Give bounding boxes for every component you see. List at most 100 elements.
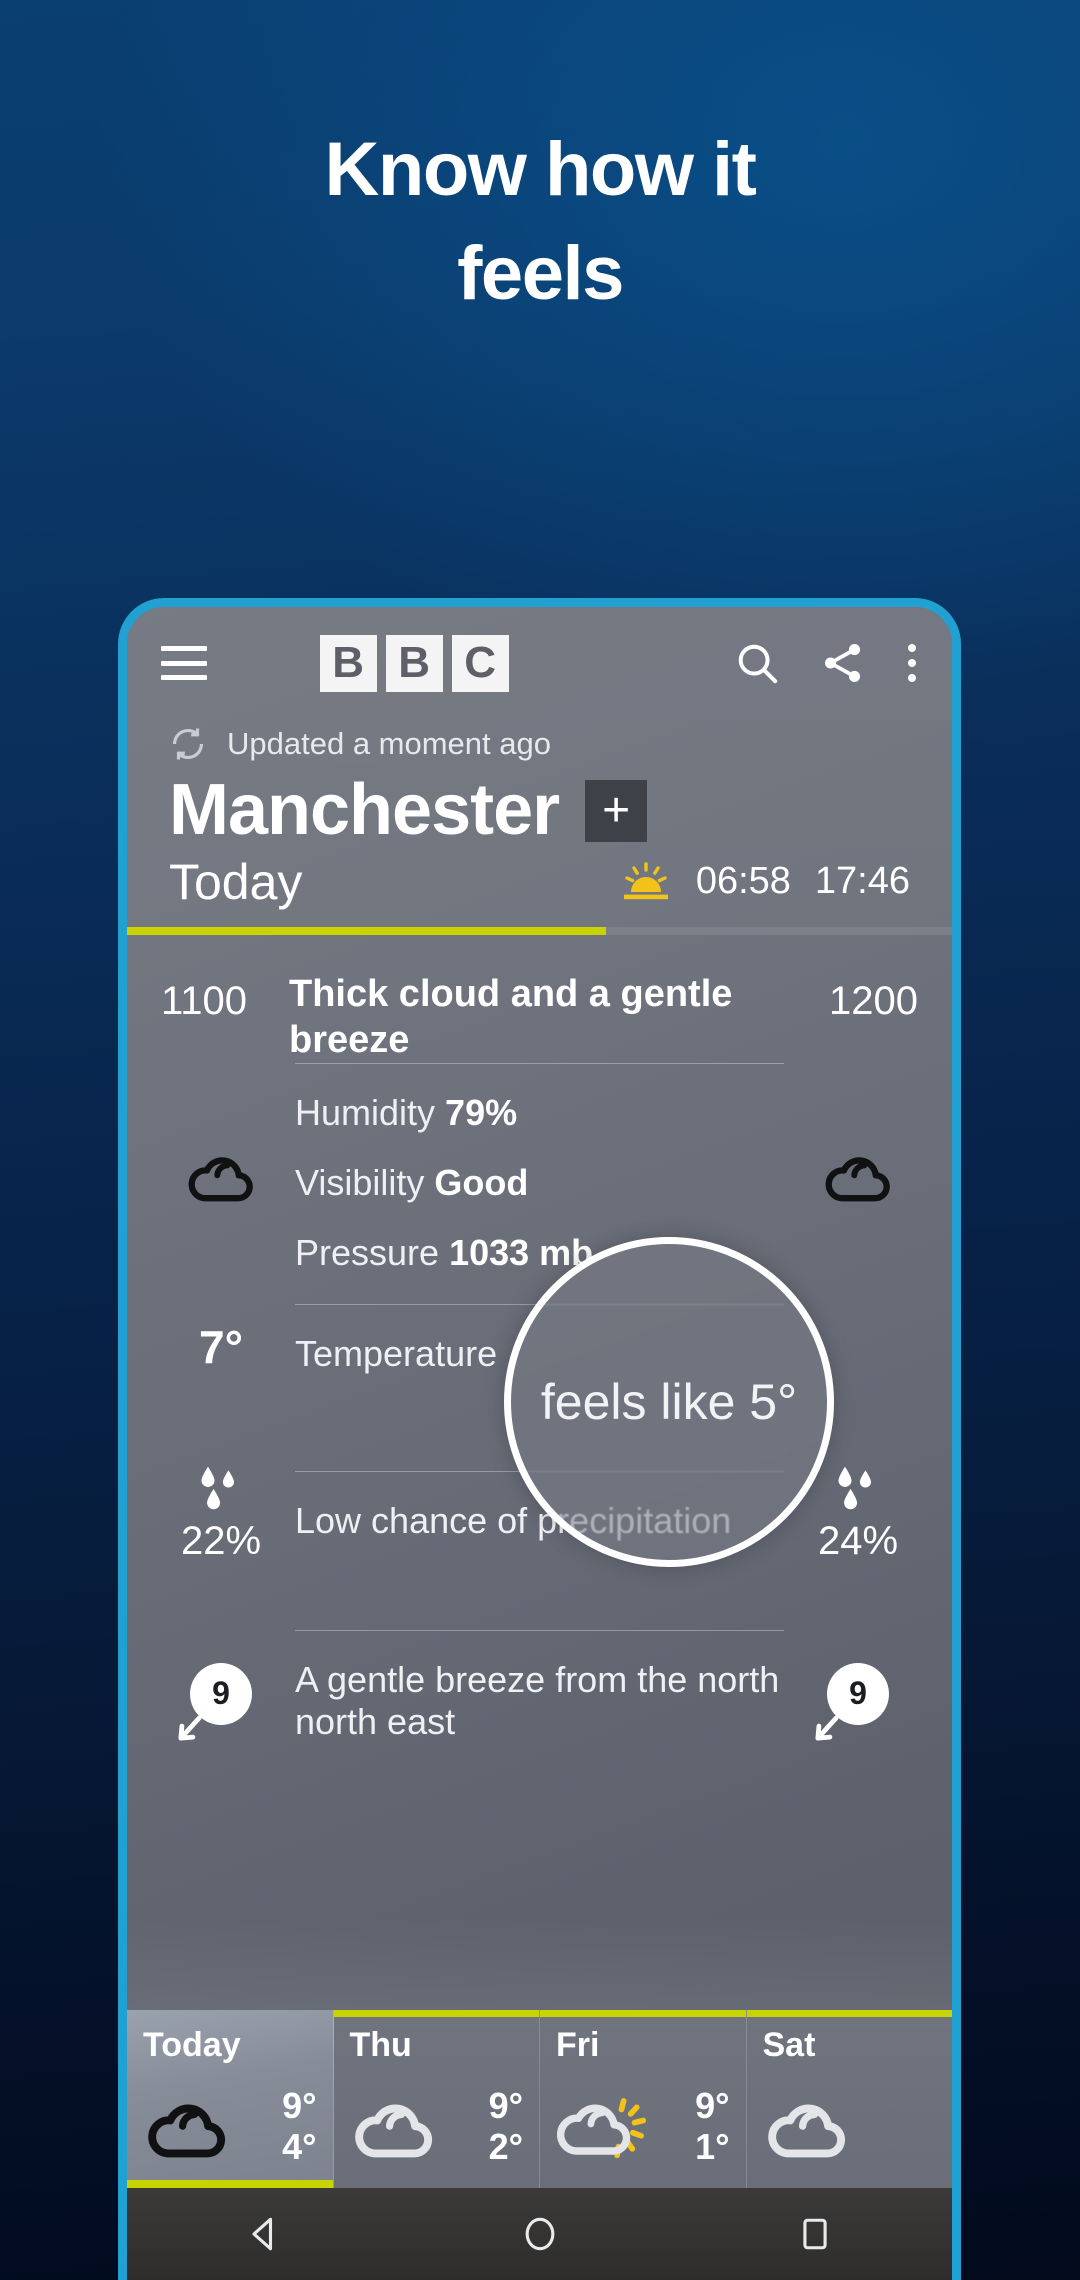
cloud-icon (148, 2104, 226, 2157)
day-accent-bar (333, 2010, 539, 2017)
cloud-icon (825, 1157, 890, 1202)
sun-cloud-icon (556, 2097, 647, 2158)
precipitation-percent-right: 24% (817, 1519, 899, 1564)
day-content: 9° 2° (350, 2065, 523, 2188)
detail-humidity: Humidity 79% (295, 1078, 784, 1148)
detail-label: Pressure (295, 1232, 440, 1274)
detail-label: Temperature (295, 1333, 498, 1375)
day-high: 9° (488, 2085, 523, 2127)
day-card-fri[interactable]: Fri 9° 1° (540, 2010, 747, 2188)
sunrise-time: 06:58 (695, 860, 791, 903)
app-screen: B B C Updated a moment ago Manchester + … (127, 607, 952, 2280)
more-vertical-icon[interactable] (906, 644, 918, 682)
day-progress-bar (127, 926, 952, 935)
refresh-icon[interactable] (169, 725, 207, 763)
back-triangle-icon[interactable] (243, 2212, 287, 2256)
detail-label: Humidity (295, 1092, 436, 1134)
day-low: 2° (488, 2125, 523, 2167)
detail-visibility: Visibility Good (295, 1148, 784, 1218)
day-name: Fri (556, 2026, 600, 2064)
day-name: Today (143, 2026, 241, 2064)
day-content: 9° 4° (143, 2065, 317, 2188)
day-low: 4° (282, 2125, 317, 2167)
cloud-icon (767, 2104, 845, 2157)
wind-text: A gentle breeze from the north north eas… (295, 1659, 780, 1743)
divider (295, 1630, 784, 1632)
home-circle-icon[interactable] (518, 2212, 562, 2256)
condition-icon-left (161, 1149, 281, 1203)
day-content (763, 2065, 937, 2188)
updated-status-row[interactable]: Updated a moment ago (127, 719, 952, 763)
hamburger-menu-icon[interactable] (161, 646, 207, 680)
hour-time-left: 1100 (161, 978, 248, 1023)
location-row: Manchester + (127, 763, 952, 849)
conditions-row: Humidity 79% Visibility Good Pressure 10… (161, 1063, 918, 1288)
wind-detail: A gentle breeze from the north north eas… (281, 1630, 798, 1757)
share-icon[interactable] (820, 640, 866, 686)
day-accent-bar (540, 2010, 746, 2017)
hour-summary-row: 1100 Thick cloud and a gentle breeze 120… (127, 935, 952, 1064)
detail-value: Good (434, 1162, 529, 1204)
bbc-logo: B B C (319, 634, 509, 692)
bbc-logo-letter: C (451, 634, 509, 692)
today-label: Today (169, 853, 303, 910)
wind-direction-arrow-icon (815, 1715, 839, 1741)
precipitation-percent-left: 22% (180, 1519, 262, 1564)
promo-line-2: feels (457, 231, 624, 316)
sunrise-icon (623, 861, 668, 899)
bbc-logo-letter: B (385, 634, 443, 692)
promo-headline: Know how it feels (0, 132, 1080, 312)
day-high: 9° (695, 2085, 730, 2127)
hour-time-right: 1200 (829, 978, 918, 1023)
day-card-thu[interactable]: Thu 9° 2° (333, 2010, 540, 2188)
cloud-icon (188, 1157, 253, 1202)
divider (295, 1063, 784, 1065)
detail-label: Visibility (295, 1162, 425, 1204)
app-bar: B B C (127, 607, 952, 719)
wind-badge-wrap: 9 (178, 1662, 252, 1741)
day-content: 9° 1° (556, 2065, 730, 2188)
hour-description: Thick cloud and a gentle breeze (289, 972, 733, 1061)
day-forecast-strip: Today 9° 4° Thu 9° 2° Fri 9° 1° Sat (127, 2010, 952, 2188)
temperature-value-left: 7° (199, 1320, 243, 1373)
updated-text: Updated a moment ago (227, 726, 551, 761)
day-temps: 9° 1° (695, 2085, 730, 2167)
sun-times: 06:58 17:46 (620, 860, 910, 903)
forecast-detail-body: 1100 Thick cloud and a gentle breeze 120… (127, 935, 952, 1758)
wind-direction-arrow-icon (178, 1715, 202, 1741)
day-name: Thu (349, 2026, 412, 2064)
day-low: 1° (695, 2125, 730, 2167)
raindrops-icon (201, 1467, 234, 1510)
today-sun-row: Today 06:58 17:46 (127, 848, 952, 927)
day-card-today[interactable]: Today 9° 4° (127, 2010, 334, 2188)
magnifier-text: feels like 5° (540, 1373, 798, 1430)
day-active-bar (127, 2180, 333, 2188)
add-location-button[interactable]: + (585, 779, 648, 842)
condition-icon-right (798, 1149, 918, 1203)
promo-line-1: Know how it (324, 127, 757, 212)
location-name: Manchester (169, 770, 560, 850)
wind-row: 9 A gentle breeze from the north north e… (161, 1630, 918, 1757)
wind-badge-wrap: 9 (815, 1662, 889, 1741)
precipitation-right: 24% (798, 1463, 918, 1564)
wind-left: 9 (161, 1662, 281, 1741)
day-card-sat[interactable]: Sat (746, 2010, 952, 2188)
temperature-left: 7° (161, 1320, 281, 1374)
day-temps: 9° 4° (282, 2085, 317, 2167)
cloud-icon (354, 2104, 432, 2157)
bbc-logo-letter: B (319, 634, 377, 692)
app-bar-actions (734, 640, 918, 686)
day-temps: 9° 2° (488, 2085, 523, 2167)
android-navigation-bar (127, 2188, 952, 2280)
wind-right: 9 (798, 1662, 918, 1741)
magnifier-callout: feels like 5° (504, 1236, 834, 1567)
precipitation-left: 22% (161, 1463, 281, 1564)
sunset-time: 17:46 (814, 860, 910, 903)
detail-value: 79% (445, 1092, 518, 1134)
raindrops-icon (838, 1467, 871, 1510)
search-icon[interactable] (734, 640, 780, 686)
day-high: 9° (282, 2085, 317, 2127)
day-accent-bar (746, 2010, 952, 2017)
recents-square-icon[interactable] (793, 2212, 837, 2256)
day-name: Sat (762, 2026, 816, 2064)
